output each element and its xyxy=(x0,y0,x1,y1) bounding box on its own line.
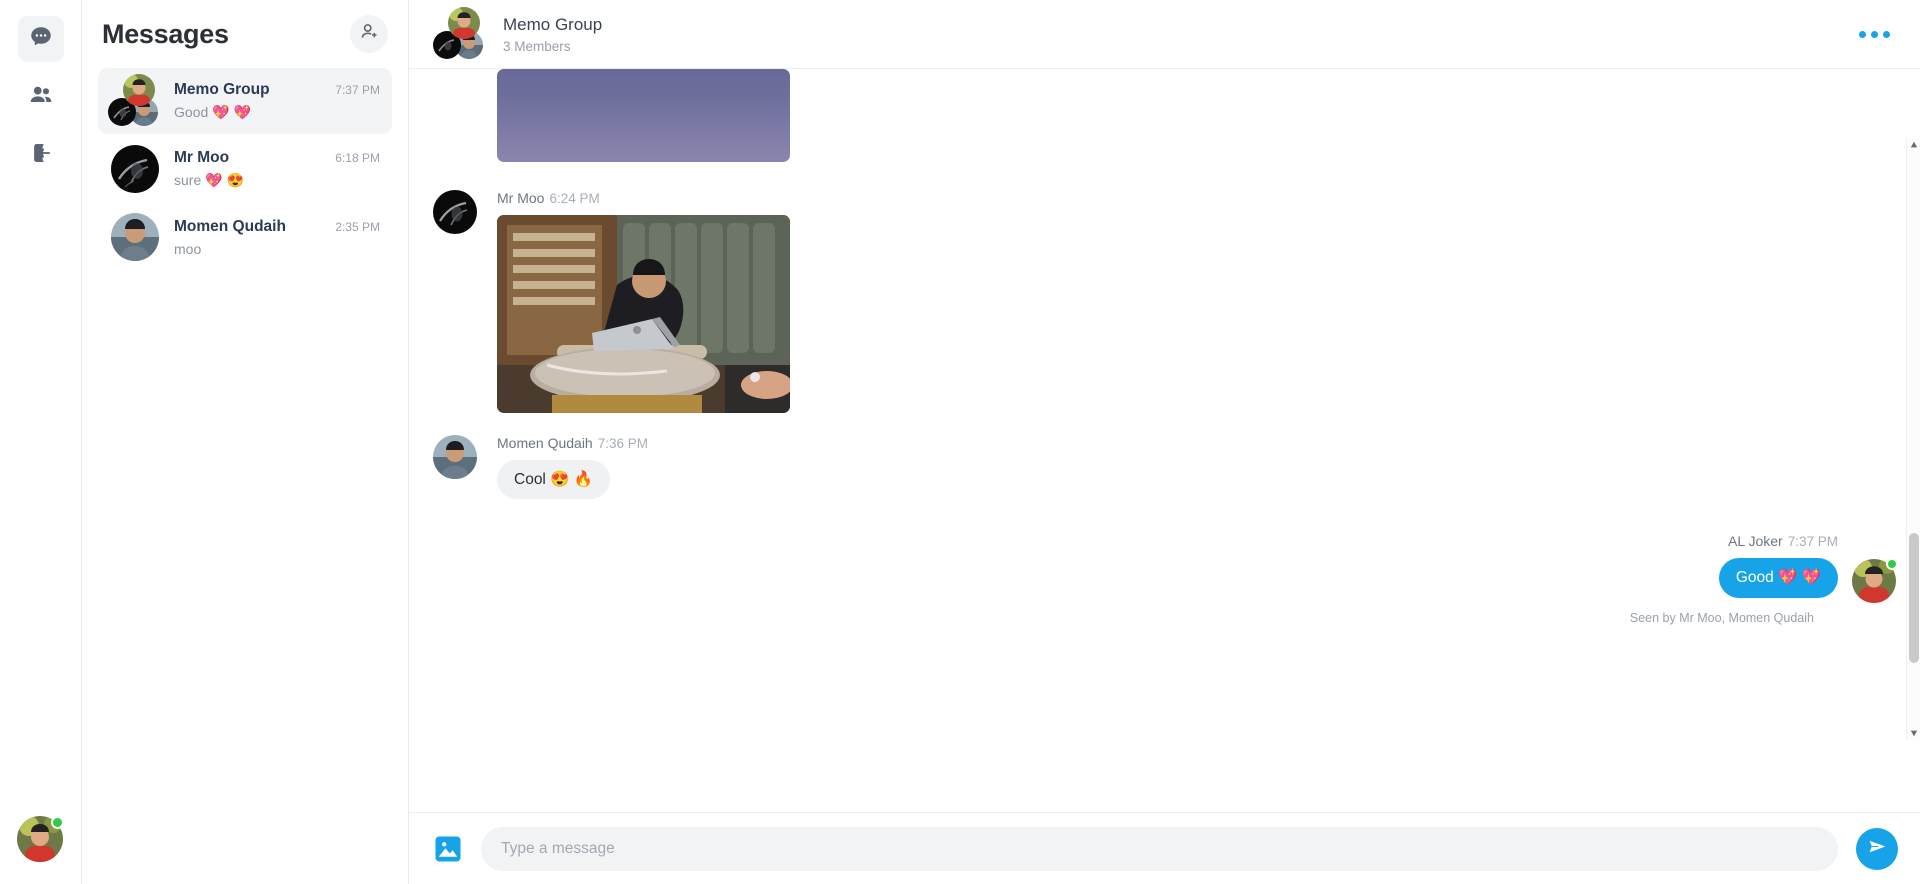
conversation-top-row: Memo Group 7:37 PM xyxy=(174,81,380,99)
navigation-rail xyxy=(0,0,82,884)
message-column: Momen Qudaih 7:36 PM Cool 😍 🔥 xyxy=(497,435,648,500)
send-paper-plane-icon xyxy=(1867,836,1888,862)
message-sender: Mr Moo xyxy=(497,190,545,206)
conversation-body: Momen Qudaih 2:35 PM moo xyxy=(174,218,380,257)
message-sender: Momen Qudaih xyxy=(497,435,593,451)
message-time: 6:24 PM xyxy=(549,191,600,206)
message-row xyxy=(433,69,1896,162)
chat-members-count: 3 Members xyxy=(503,38,571,54)
chat-header-text: Memo Group 3 Members xyxy=(503,15,1851,54)
image-attachment-icon xyxy=(433,836,463,868)
scroll-down-arrow[interactable] xyxy=(1907,726,1920,740)
conversation-list-header: Messages xyxy=(98,0,392,68)
conversation-item-momen-qudaih[interactable]: Momen Qudaih 2:35 PM moo xyxy=(98,204,392,270)
message-input[interactable] xyxy=(481,826,1838,871)
message-time: 7:37 PM xyxy=(1787,534,1838,550)
conversation-time: 2:35 PM xyxy=(335,219,380,234)
avatar-wrapper xyxy=(108,210,162,264)
people-icon xyxy=(28,82,54,113)
message-row: Momen Qudaih 7:36 PM Cool 😍 🔥 xyxy=(433,435,1896,500)
conversation-time: 6:18 PM xyxy=(335,151,380,165)
rail-item-chats[interactable] xyxy=(17,16,64,62)
conversation-list-panel: Messages Memo Group 7:37 PM Good 💖 💖 Mr … xyxy=(82,0,409,884)
scroll-up-arrow[interactable] xyxy=(1907,138,1920,152)
conversation-top-row: Mr Moo 6:18 PM xyxy=(174,149,380,167)
message-meta: Momen Qudaih 7:36 PM xyxy=(497,435,648,451)
message-time: 7:36 PM xyxy=(597,436,648,451)
message-scrollbar[interactable] xyxy=(1906,138,1920,740)
chat-panel: Memo Group 3 Members Mr Moo 6:24 PM Mome… xyxy=(409,0,1920,884)
conversation-body: Memo Group 7:37 PM Good 💖 💖 xyxy=(174,81,380,121)
message-column: Mr Moo 6:24 PM xyxy=(497,190,790,413)
avatar-wrapper xyxy=(108,142,162,196)
chat-title: Memo Group xyxy=(503,14,603,34)
conversation-name: Memo Group xyxy=(174,81,270,98)
message-list: Mr Moo 6:24 PM Momen Qudaih 7:36 PM Cool… xyxy=(409,69,1920,812)
avatar xyxy=(111,213,159,261)
message-row-outgoing: AL Joker 7:37 PM Good 💖 💖 xyxy=(433,533,1898,604)
group-avatar-stack xyxy=(108,74,162,128)
conversation-body: Mr Moo 6:18 PM sure 💖 😍 xyxy=(174,149,380,189)
rail-item-logout[interactable] xyxy=(18,132,64,178)
online-status-dot xyxy=(51,816,64,829)
add-person-icon xyxy=(359,21,380,47)
message-bubble[interactable]: Cool 😍 🔥 xyxy=(497,460,611,500)
conversation-item-memo-group[interactable]: Memo Group 7:37 PM Good 💖 💖 xyxy=(98,68,392,134)
avatar xyxy=(448,7,480,39)
avatar xyxy=(123,74,155,106)
avatar xyxy=(433,190,477,234)
conversation-last-message: moo xyxy=(174,240,202,257)
rail-item-contacts[interactable] xyxy=(18,74,64,120)
logout-icon xyxy=(28,140,54,171)
avatar xyxy=(111,145,159,193)
conversation-last-message: Good 💖 💖 xyxy=(174,104,251,120)
send-button[interactable] xyxy=(1856,827,1898,870)
message-sender: AL Joker xyxy=(1727,533,1783,550)
chat-options-button[interactable] xyxy=(1851,23,1898,46)
attach-image-button[interactable] xyxy=(433,834,463,864)
message-meta: Mr Moo 6:24 PM xyxy=(497,190,790,206)
seen-status: Seen by Mr Moo, Momen Qudaih xyxy=(1629,611,1814,626)
current-user-avatar[interactable] xyxy=(17,816,64,862)
message-row: Mr Moo 6:24 PM xyxy=(433,190,1896,413)
message-image[interactable] xyxy=(497,69,790,162)
avatar-wrapper xyxy=(1852,558,1898,604)
message-image[interactable] xyxy=(497,215,790,413)
conversation-item-mr-moo[interactable]: Mr Moo 6:18 PM sure 💖 😍 xyxy=(98,136,392,202)
message-meta: AL Joker 7:37 PM xyxy=(1719,533,1838,549)
conversation-name: Momen Qudaih xyxy=(174,217,286,235)
new-conversation-button[interactable] xyxy=(350,15,388,53)
chat-bubble-icon xyxy=(28,24,54,55)
group-avatar-stack xyxy=(433,7,487,61)
conversation-name: Mr Moo xyxy=(174,149,230,166)
online-status-dot xyxy=(1886,558,1898,571)
chat-header: Memo Group 3 Members xyxy=(409,0,1920,69)
ellipsis-horizontal-icon xyxy=(1859,30,1890,38)
chat-application: Messages Memo Group 7:37 PM Good 💖 💖 Mr … xyxy=(0,0,1920,884)
page-title: Messages xyxy=(102,18,229,49)
message-column xyxy=(497,69,790,162)
message-composer xyxy=(409,812,1920,884)
chat-scroll-region: Mr Moo 6:24 PM Momen Qudaih 7:36 PM Cool… xyxy=(409,69,1920,812)
message-column: AL Joker 7:37 PM Good 💖 💖 xyxy=(1718,533,1838,603)
conversation-time: 7:37 PM xyxy=(335,83,380,97)
conversation-last-message: sure 💖 😍 xyxy=(174,172,244,188)
message-bubble[interactable]: Good 💖 💖 xyxy=(1718,558,1838,598)
avatar xyxy=(433,435,477,479)
conversation-top-row: Momen Qudaih 2:35 PM xyxy=(174,218,380,236)
scrollbar-thumb[interactable] xyxy=(1909,533,1919,663)
